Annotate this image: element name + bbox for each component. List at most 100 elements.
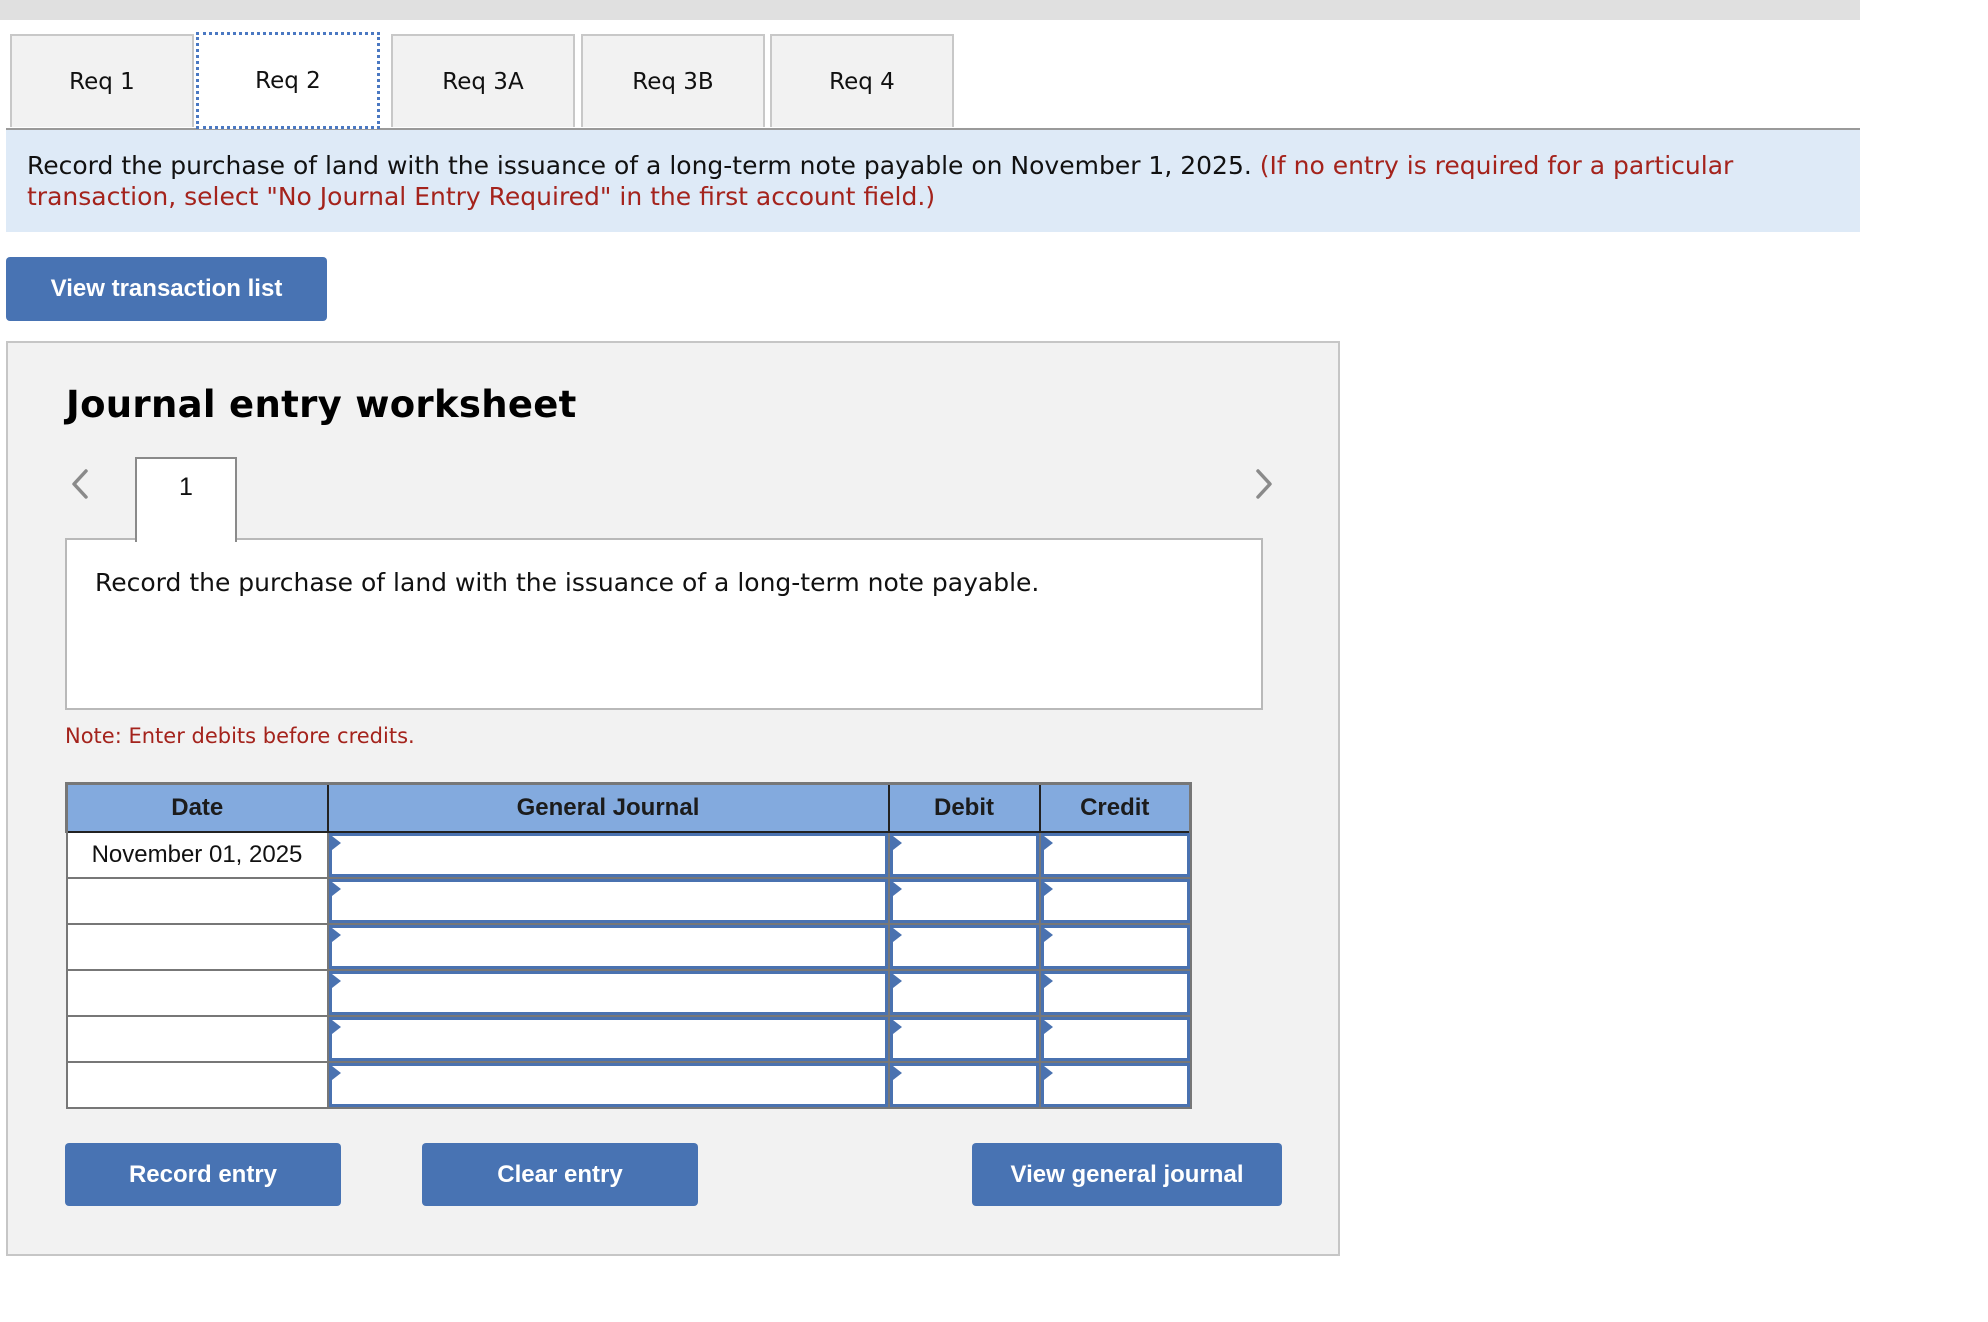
dropdown-indicator-icon [892, 881, 902, 896]
account-field[interactable] [331, 1019, 885, 1058]
dropdown-indicator-icon [1043, 1065, 1053, 1080]
account-field[interactable] [331, 1065, 885, 1104]
dropdown-indicator-icon [1043, 835, 1053, 850]
chevron-left-icon[interactable] [68, 467, 92, 501]
debit-field[interactable] [892, 927, 1036, 966]
account-field[interactable] [331, 927, 885, 966]
dropdown-indicator-icon [331, 881, 341, 896]
credit-field-wrapper [1043, 835, 1187, 874]
credit-field-cell [1038, 876, 1192, 925]
debit-field[interactable] [892, 835, 1036, 874]
dropdown-indicator-icon [331, 927, 341, 942]
account-field-cell [326, 922, 890, 971]
debit-field-wrapper [892, 973, 1036, 1012]
date-cell [65, 876, 329, 925]
credit-field[interactable] [1043, 1019, 1187, 1058]
tab-req-3b[interactable]: Req 3B [581, 34, 765, 127]
debit-field-cell [887, 1060, 1041, 1109]
journal-table: Date General Journal Debit Credit Novemb… [65, 782, 1192, 1109]
tab-req-3a[interactable]: Req 3A [391, 34, 575, 127]
debit-field-cell [887, 876, 1041, 925]
tab-req-4[interactable]: Req 4 [770, 34, 954, 127]
header-debit: Debit [887, 782, 1041, 833]
debit-field-cell [887, 830, 1041, 879]
dropdown-indicator-icon [331, 1065, 341, 1080]
debit-field[interactable] [892, 1019, 1036, 1058]
view-general-journal-button[interactable]: View general journal [972, 1143, 1282, 1206]
table-row [65, 876, 1192, 925]
debit-field-wrapper [892, 927, 1036, 966]
debit-field[interactable] [892, 881, 1036, 920]
credit-field[interactable] [1043, 1065, 1187, 1104]
journal-entry-worksheet: Journal entry worksheet 1 Record the pur… [6, 341, 1340, 1256]
credit-field-cell [1038, 830, 1192, 879]
table-header-row: Date General Journal Debit Credit [65, 782, 1192, 833]
worksheet-title: Journal entry worksheet [66, 383, 577, 426]
credit-field[interactable] [1043, 881, 1187, 920]
record-entry-button[interactable]: Record entry [65, 1143, 341, 1206]
date-cell: November 01, 2025 [65, 830, 329, 879]
top-bar [0, 0, 1860, 20]
entry-description-text: Record the purchase of land with the iss… [95, 568, 1040, 597]
view-transaction-list-button[interactable]: View transaction list [6, 257, 327, 321]
header-date: Date [65, 782, 329, 833]
dropdown-indicator-icon [1043, 973, 1053, 988]
account-field-cell [326, 830, 890, 879]
debit-credit-note: Note: Enter debits before credits. [65, 724, 415, 748]
debit-field[interactable] [892, 973, 1036, 1012]
table-row [65, 1014, 1192, 1063]
account-field-wrapper [331, 1019, 885, 1058]
debit-field-wrapper [892, 1065, 1036, 1104]
credit-field[interactable] [1043, 835, 1187, 874]
account-field-wrapper [331, 973, 885, 1012]
date-cell [65, 1060, 329, 1109]
dropdown-indicator-icon [1043, 927, 1053, 942]
account-field-wrapper [331, 835, 885, 874]
instructions-banner: Record the purchase of land with the iss… [6, 130, 1860, 232]
account-field-wrapper [331, 1065, 885, 1104]
credit-field[interactable] [1043, 927, 1187, 966]
account-field[interactable] [331, 835, 885, 874]
date-cell [65, 968, 329, 1017]
account-field-cell [326, 1060, 890, 1109]
dropdown-indicator-icon [331, 1019, 341, 1034]
credit-field-wrapper [1043, 927, 1187, 966]
chevron-right-icon[interactable] [1252, 467, 1276, 501]
account-field-cell [326, 876, 890, 925]
header-general-journal: General Journal [326, 782, 890, 833]
debit-field-wrapper [892, 1019, 1036, 1058]
date-cell [65, 922, 329, 971]
credit-field[interactable] [1043, 973, 1187, 1012]
credit-field-cell [1038, 968, 1192, 1017]
account-field-cell [326, 1014, 890, 1063]
credit-field-cell [1038, 1014, 1192, 1063]
requirement-tabs: Req 1 Req 2 Req 3A Req 3B Req 4 [10, 32, 1860, 129]
account-field[interactable] [331, 881, 885, 920]
date-cell [65, 1014, 329, 1063]
dropdown-indicator-icon [892, 973, 902, 988]
account-field[interactable] [331, 973, 885, 1012]
table-row: November 01, 2025 [65, 830, 1192, 879]
credit-field-wrapper [1043, 1019, 1187, 1058]
debit-field-wrapper [892, 835, 1036, 874]
dropdown-indicator-icon [1043, 1019, 1053, 1034]
dropdown-indicator-icon [892, 1065, 902, 1080]
header-credit: Credit [1038, 782, 1192, 833]
account-field-wrapper [331, 881, 885, 920]
dropdown-indicator-icon [892, 835, 902, 850]
table-row [65, 922, 1192, 971]
dropdown-indicator-icon [331, 835, 341, 850]
entry-tab-1[interactable]: 1 [135, 457, 237, 542]
entry-description: Record the purchase of land with the iss… [65, 538, 1263, 710]
debit-field-cell [887, 922, 1041, 971]
dropdown-indicator-icon [892, 927, 902, 942]
credit-field-wrapper [1043, 1065, 1187, 1104]
dropdown-indicator-icon [1043, 881, 1053, 896]
table-row [65, 968, 1192, 1017]
tab-req-1[interactable]: Req 1 [10, 34, 194, 127]
clear-entry-button[interactable]: Clear entry [422, 1143, 698, 1206]
credit-field-wrapper [1043, 973, 1187, 1012]
tab-req-2[interactable]: Req 2 [196, 32, 380, 129]
debit-field-wrapper [892, 881, 1036, 920]
debit-field[interactable] [892, 1065, 1036, 1104]
